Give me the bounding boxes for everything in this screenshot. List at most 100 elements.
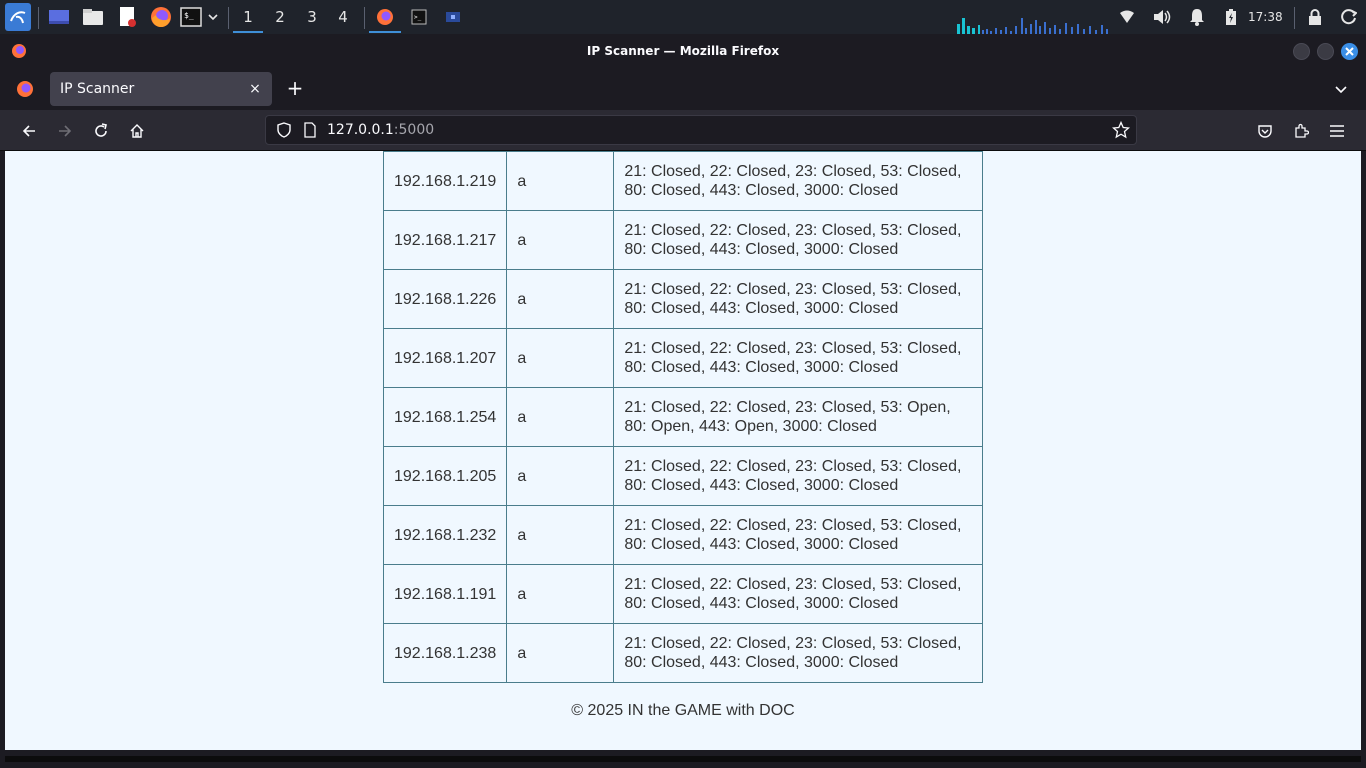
- page-icon[interactable]: [298, 118, 322, 142]
- desktop-taskbar: $_ 1 2 3 4 >_ 17:38: [0, 0, 1366, 34]
- tab-ip-scanner[interactable]: IP Scanner ×: [50, 72, 272, 106]
- ports-line: 21: Closed, 22: Closed, 23: Closed, 53: …: [624, 635, 962, 652]
- table-row: 192.168.1.226 a 21: Closed, 22: Closed, 23…: [382, 269, 984, 329]
- ip-address-cell: 192.168.1.226: [382, 269, 508, 329]
- terminal-task-icon[interactable]: >_: [407, 5, 431, 29]
- cpu-graph: [957, 18, 1108, 34]
- workspace-2[interactable]: 2: [265, 0, 295, 34]
- tab-list-chevron-icon[interactable]: [1330, 78, 1352, 100]
- table-row: 192.168.1.254 a 21: Closed, 22: Closed, 23…: [382, 387, 984, 447]
- shield-icon[interactable]: [272, 118, 296, 142]
- kali-menu-icon[interactable]: [5, 3, 31, 31]
- ports-line: 21: Closed, 22: Closed, 23: Closed, 53: …: [624, 163, 962, 180]
- hostname-cell: a: [506, 505, 615, 565]
- ports-line: 80: Closed, 443: Closed, 3000: Closed: [624, 654, 899, 671]
- home-icon[interactable]: [125, 119, 149, 143]
- hostname-cell: a: [506, 387, 615, 447]
- url-text[interactable]: 127.0.0.1:5000: [327, 116, 434, 146]
- close-window-button[interactable]: [1341, 43, 1358, 60]
- workspace-3[interactable]: 3: [297, 0, 327, 34]
- window-titlebar: IP Scanner — Mozilla Firefox: [0, 34, 1366, 68]
- ip-address-cell: 192.168.1.205: [382, 446, 508, 506]
- firefox-view-icon[interactable]: [13, 77, 37, 101]
- ip-address-cell: 192.168.1.254: [382, 387, 508, 447]
- workspace-4[interactable]: 4: [328, 0, 358, 34]
- firefox-task-icon[interactable]: [369, 5, 401, 33]
- table-row: 192.168.1.217 a 21: Closed, 22: Closed, 23…: [382, 210, 984, 270]
- window-title: IP Scanner — Mozilla Firefox: [586, 44, 780, 58]
- extensions-icon[interactable]: [1289, 119, 1313, 143]
- table-row: 192.168.1.207 a 21: Closed, 22: Closed, 23…: [382, 328, 984, 388]
- notification-icon[interactable]: [1185, 5, 1209, 29]
- ip-address-cell: 192.168.1.219: [382, 151, 508, 211]
- desktop-icon[interactable]: [47, 5, 71, 29]
- ports-line: 21: Closed, 22: Closed, 23: Closed, 53: …: [624, 399, 951, 416]
- ports-line: 80: Closed, 443: Closed, 3000: Closed: [624, 477, 899, 494]
- forward-icon[interactable]: [53, 119, 77, 143]
- file-manager-icon[interactable]: [81, 5, 105, 29]
- page-footer: © 2025 IN the GAME with DOC: [571, 702, 795, 719]
- ports-line: 21: Closed, 22: Closed, 23: Closed, 53: …: [624, 222, 962, 239]
- window-border-right: [1361, 151, 1366, 750]
- ip-address-cell: 192.168.1.207: [382, 328, 508, 388]
- ports-cell: 21: Closed, 22: Closed, 23: Closed, 53: …: [613, 446, 984, 506]
- ip-address-cell: 192.168.1.232: [382, 505, 508, 565]
- url-host: 127.0.0.1: [327, 122, 394, 138]
- hostname-cell: a: [506, 564, 615, 624]
- table-row: 192.168.1.191 a 21: Closed, 22: Closed, 23…: [382, 564, 984, 624]
- ports-line: 80: Open, 443: Open, 3000: Closed: [624, 418, 877, 435]
- bookmark-star-icon[interactable]: [1109, 118, 1133, 142]
- ip-address-cell: 192.168.1.238: [382, 623, 508, 683]
- ports-cell: 21: Closed, 22: Closed, 23: Closed, 53: …: [613, 328, 984, 388]
- scan-results-table: 192.168.1.219 a 21: Closed, 22: Closed, 23…: [382, 151, 984, 683]
- new-tab-button[interactable]: +: [284, 77, 306, 99]
- ports-line: 21: Closed, 22: Closed, 23: Closed, 53: …: [624, 340, 962, 357]
- ports-line: 21: Closed, 22: Closed, 23: Closed, 53: …: [624, 281, 962, 298]
- url-bar[interactable]: 127.0.0.1:5000: [265, 115, 1137, 145]
- ports-cell: 21: Closed, 22: Closed, 23: Closed, 53: …: [613, 387, 984, 447]
- menu-icon[interactable]: [1325, 119, 1349, 143]
- hostname-cell: a: [506, 151, 615, 211]
- table-row: 192.168.1.238 a 21: Closed, 22: Closed, 23…: [382, 623, 984, 683]
- ports-cell: 21: Closed, 22: Closed, 23: Closed, 53: …: [613, 210, 984, 270]
- ports-cell: 21: Closed, 22: Closed, 23: Closed, 53: …: [613, 623, 984, 683]
- workspace-1[interactable]: 1: [233, 0, 263, 34]
- ports-line: 80: Closed, 443: Closed, 3000: Closed: [624, 300, 899, 317]
- ports-cell: 21: Closed, 22: Closed, 23: Closed, 53: …: [613, 564, 984, 624]
- ip-address-cell: 192.168.1.217: [382, 210, 508, 270]
- ports-line: 21: Closed, 22: Closed, 23: Closed, 53: …: [624, 576, 962, 593]
- firefox-icon[interactable]: [149, 5, 173, 29]
- ports-line: 80: Closed, 443: Closed, 3000: Closed: [624, 241, 899, 258]
- reload-icon[interactable]: [89, 119, 113, 143]
- table-row: 192.168.1.232 a 21: Closed, 22: Closed, 23…: [382, 505, 984, 565]
- hostname-cell: a: [506, 210, 615, 270]
- pocket-icon[interactable]: [1253, 119, 1277, 143]
- tab-close-icon[interactable]: ×: [246, 80, 264, 98]
- clock[interactable]: 17:38: [1248, 0, 1283, 34]
- svg-text:$_: $_: [184, 11, 194, 20]
- hostname-cell: a: [506, 446, 615, 506]
- ports-line: 21: Closed, 22: Closed, 23: Closed, 53: …: [624, 517, 962, 534]
- horizontal-scrollbar[interactable]: [5, 756, 1361, 762]
- back-icon[interactable]: [17, 119, 41, 143]
- dropdown-icon[interactable]: [204, 5, 222, 29]
- maximize-button[interactable]: [1317, 43, 1334, 60]
- lock-icon[interactable]: [1303, 5, 1327, 29]
- minimize-button[interactable]: [1293, 43, 1310, 60]
- volume-icon[interactable]: [1150, 5, 1174, 29]
- url-port: :5000: [393, 122, 435, 138]
- terminal-icon[interactable]: $_: [179, 5, 203, 29]
- ports-line: 21: Closed, 22: Closed, 23: Closed, 53: …: [624, 458, 962, 475]
- window-task-icon[interactable]: [441, 5, 465, 29]
- ports-line: 80: Closed, 443: Closed, 3000: Closed: [624, 595, 899, 612]
- ports-line: 80: Closed, 443: Closed, 3000: Closed: [624, 536, 899, 553]
- nav-toolbar: 127.0.0.1:5000: [0, 110, 1366, 151]
- tab-title: IP Scanner: [60, 81, 135, 97]
- power-icon[interactable]: [1337, 5, 1361, 29]
- ports-cell: 21: Closed, 22: Closed, 23: Closed, 53: …: [613, 505, 984, 565]
- ip-address-cell: 192.168.1.191: [382, 564, 508, 624]
- network-icon[interactable]: [1115, 5, 1139, 29]
- hostname-cell: a: [506, 623, 615, 683]
- page-content: 192.168.1.219 a 21: Closed, 22: Closed, 23…: [5, 151, 1361, 750]
- text-editor-icon[interactable]: [115, 5, 139, 29]
